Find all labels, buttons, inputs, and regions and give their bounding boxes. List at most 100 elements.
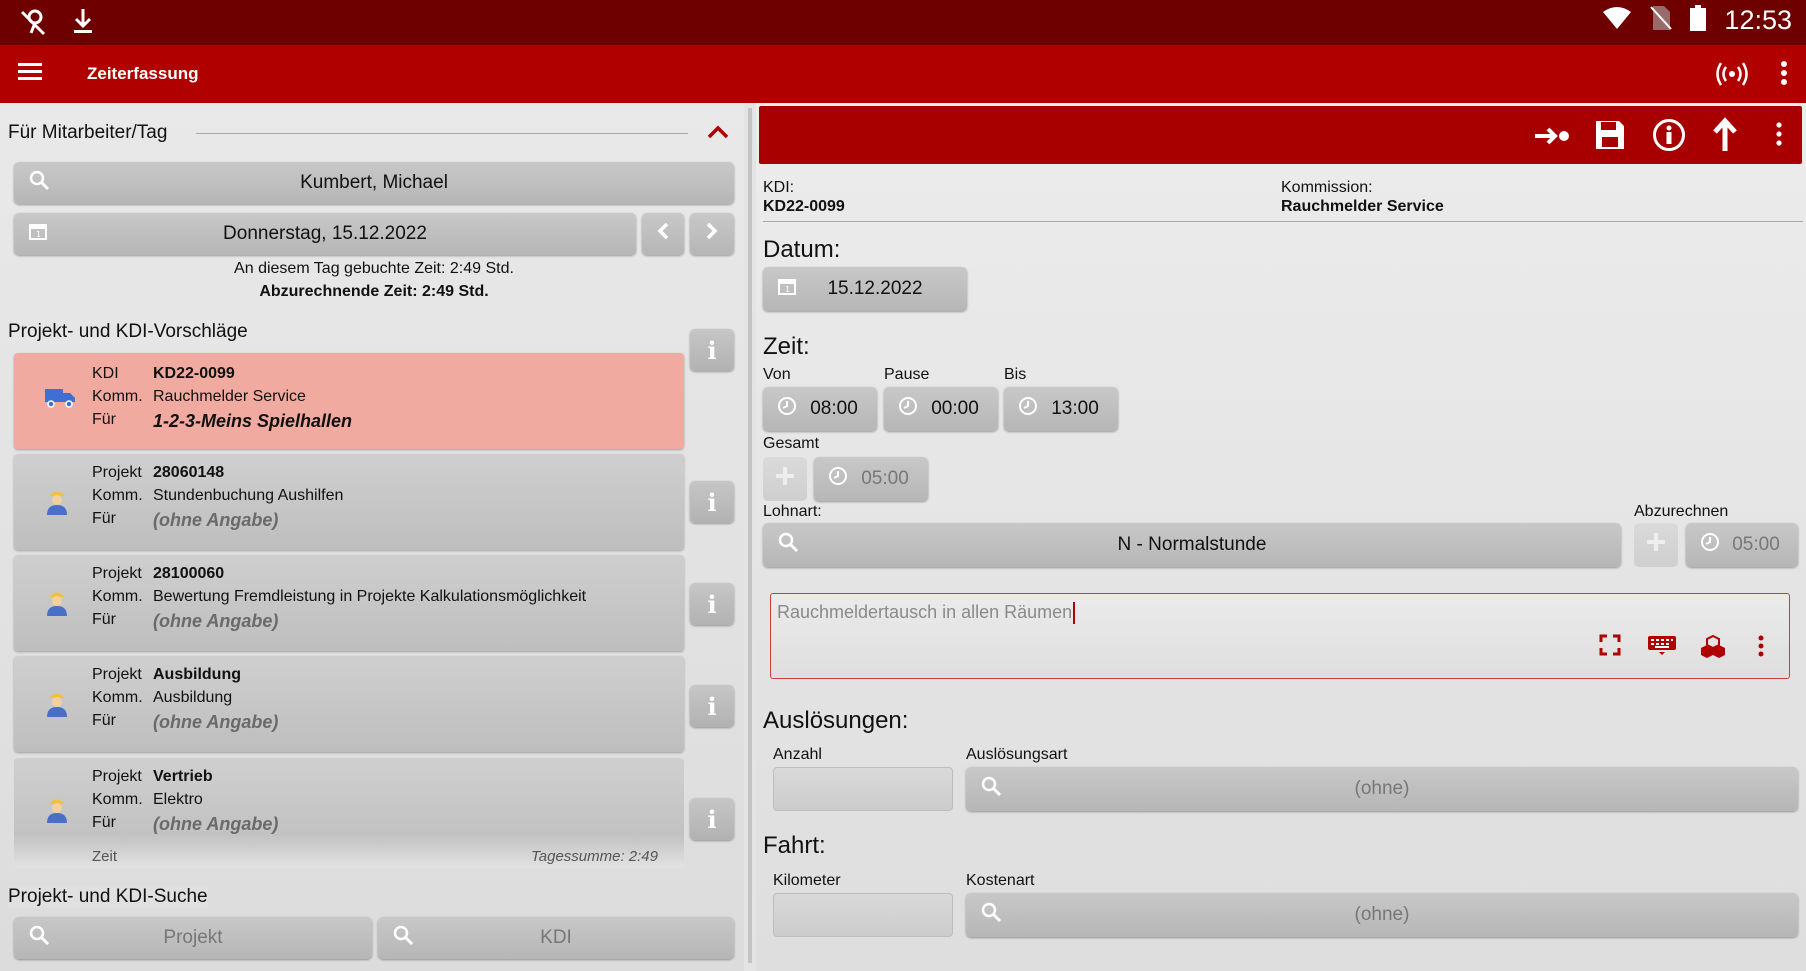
card-fuer: (ohne Angabe) bbox=[153, 814, 279, 834]
card-info-button[interactable]: i bbox=[690, 329, 734, 371]
kostenart-select-button[interactable]: (ohne) bbox=[966, 893, 1798, 937]
section-employee-day-title: Für Mitarbeiter/Tag bbox=[8, 122, 168, 143]
pause-time-button[interactable]: 00:00 bbox=[884, 387, 998, 431]
clock-icon bbox=[828, 466, 848, 492]
suggestion-card-projekt[interactable]: Projekt 28060148 Komm. Stundenbuchung Aush… bbox=[14, 454, 684, 550]
panel-divider[interactable] bbox=[748, 108, 752, 963]
search-section-title: Projekt- und KDI-Suche bbox=[8, 886, 208, 908]
card-fuer-label: Für bbox=[92, 411, 116, 428]
ausloesungsart-select-button[interactable]: (ohne) bbox=[966, 767, 1798, 811]
notes-text: Rauchmeldertausch in allen Räumen bbox=[777, 602, 1073, 622]
info-icon: i bbox=[707, 691, 717, 721]
ausloesungsart-label: Auslösungsart bbox=[966, 746, 1068, 763]
card-id: 28060148 bbox=[153, 464, 225, 481]
plus-icon bbox=[1645, 531, 1667, 559]
search-icon bbox=[28, 169, 50, 197]
search-kdi-button[interactable]: KDI bbox=[378, 917, 734, 959]
overflow-menu-icon[interactable] bbox=[1780, 59, 1788, 92]
kommission-value: Rauchmelder Service bbox=[1281, 198, 1444, 215]
zeit-title: Zeit: bbox=[763, 333, 810, 360]
notes-textarea[interactable]: Rauchmeldertausch in allen Räumen bbox=[770, 593, 1790, 679]
next-day-button[interactable] bbox=[690, 213, 734, 255]
chevron-right-icon bbox=[704, 221, 720, 247]
von-time-button[interactable]: 08:00 bbox=[763, 387, 877, 431]
info-icon: i bbox=[707, 335, 717, 365]
abzurechnen-time-button[interactable]: 05:00 bbox=[1686, 523, 1798, 567]
clock-icon bbox=[898, 396, 918, 422]
chevron-left-icon bbox=[655, 221, 671, 247]
calendar-icon: 1 bbox=[28, 221, 48, 247]
billable-time-text: Abzurechnende Zeit: 2:49 Std. bbox=[259, 283, 489, 300]
app-title: Zeiterfassung bbox=[87, 64, 199, 83]
overflow-menu-icon[interactable] bbox=[1775, 120, 1783, 153]
search-projekt-button[interactable]: Projekt bbox=[14, 917, 372, 959]
collapse-chevron-icon[interactable] bbox=[706, 123, 730, 146]
search-icon bbox=[28, 924, 50, 952]
save-icon[interactable] bbox=[1594, 119, 1626, 156]
date-select-button[interactable]: 1 Donnerstag, 15.12.2022 bbox=[14, 213, 636, 255]
gesamt-add-button[interactable] bbox=[763, 457, 807, 501]
abzurechnen-add-button[interactable] bbox=[1634, 523, 1678, 567]
employee-select-button[interactable]: Kumbert, Michael bbox=[14, 162, 734, 204]
card-komm: Ausbildung bbox=[153, 689, 233, 706]
transfer-icon[interactable] bbox=[1533, 124, 1571, 153]
search-icon bbox=[980, 901, 1002, 929]
hamburger-menu-icon[interactable] bbox=[18, 61, 42, 88]
card-fuer-label: Für bbox=[92, 510, 116, 527]
lohnart-select-button[interactable]: N - Normalstunde bbox=[763, 523, 1621, 567]
suggestion-card-projekt[interactable]: Projekt Vertrieb Komm. Elektro Für (ohne An… bbox=[14, 758, 684, 868]
no-sim-icon bbox=[1650, 5, 1673, 36]
anzahl-input[interactable] bbox=[773, 767, 953, 811]
clock-icon bbox=[1018, 396, 1038, 422]
worker-icon bbox=[44, 688, 70, 723]
suggestions-title: Projekt- und KDI-Vorschläge bbox=[8, 321, 248, 342]
fullscreen-icon[interactable] bbox=[1599, 634, 1621, 661]
card-info-button[interactable]: i bbox=[690, 798, 734, 840]
plus-icon bbox=[774, 465, 796, 493]
card-fuer-label: Für bbox=[92, 712, 116, 729]
card-zeit-label: Zeit bbox=[92, 848, 118, 865]
card-type-label: Projekt bbox=[92, 565, 142, 582]
suggestion-card-kdi[interactable]: KDI KD22-0099 Komm. Rauchmelder Service Fü… bbox=[14, 353, 684, 449]
nfc-icon[interactable] bbox=[1714, 59, 1750, 94]
fahrt-title: Fahrt: bbox=[763, 832, 826, 859]
pause-value: 00:00 bbox=[931, 398, 979, 419]
info-circle-icon[interactable] bbox=[1652, 118, 1686, 157]
card-info-button[interactable]: i bbox=[690, 481, 734, 523]
previous-day-button[interactable] bbox=[642, 213, 684, 255]
kilometer-input[interactable] bbox=[773, 893, 953, 937]
selected-date: Donnerstag, 15.12.2022 bbox=[223, 223, 427, 244]
right-panel: KDI: KD22-0099 Kommission: Rauchmelder S… bbox=[756, 103, 1806, 971]
detail-toolbar bbox=[759, 106, 1802, 164]
bis-time-button[interactable]: 13:00 bbox=[1004, 387, 1118, 431]
search-kdi-label: KDI bbox=[540, 927, 572, 948]
gesamt-value: 05:00 bbox=[861, 468, 909, 489]
left-panel: Für Mitarbeiter/Tag Kumbert, Michael 1 D… bbox=[0, 103, 744, 971]
suggestion-card-projekt[interactable]: Projekt 28100060 Komm. Bewertung Fremdleis… bbox=[14, 555, 684, 651]
card-komm-label: Komm. bbox=[92, 791, 143, 808]
card-komm-label: Komm. bbox=[92, 689, 143, 706]
kommission-label: Kommission: bbox=[1281, 179, 1373, 196]
divider bbox=[763, 221, 1803, 222]
datum-value: 15.12.2022 bbox=[827, 278, 923, 299]
overflow-menu-icon[interactable] bbox=[1757, 634, 1765, 663]
card-fuer: (ohne Angabe) bbox=[153, 611, 279, 631]
text-blocks-icon[interactable] bbox=[1699, 634, 1727, 663]
keyboard-icon[interactable] bbox=[1647, 634, 1677, 661]
card-type-label: Projekt bbox=[92, 464, 142, 481]
search-icon bbox=[392, 924, 414, 952]
card-info-button[interactable]: i bbox=[690, 685, 734, 727]
clock-icon bbox=[1700, 532, 1720, 558]
card-type-label: KDI bbox=[92, 365, 119, 382]
card-komm-label: Komm. bbox=[92, 487, 143, 504]
datum-picker-button[interactable]: 1 15.12.2022 bbox=[763, 267, 967, 311]
abzurechnen-label: Abzurechnen bbox=[1634, 503, 1729, 520]
svg-text:1: 1 bbox=[36, 230, 41, 239]
download-icon bbox=[70, 6, 96, 41]
arrow-up-icon[interactable] bbox=[1712, 117, 1738, 158]
bis-label: Bis bbox=[1004, 366, 1027, 383]
card-fuer-label: Für bbox=[92, 611, 116, 628]
suggestion-card-projekt[interactable]: Projekt Ausbildung Komm. Ausbildung Für (oh… bbox=[14, 656, 684, 752]
card-info-button[interactable]: i bbox=[690, 583, 734, 625]
gesamt-time-field: 05:00 bbox=[814, 457, 928, 501]
